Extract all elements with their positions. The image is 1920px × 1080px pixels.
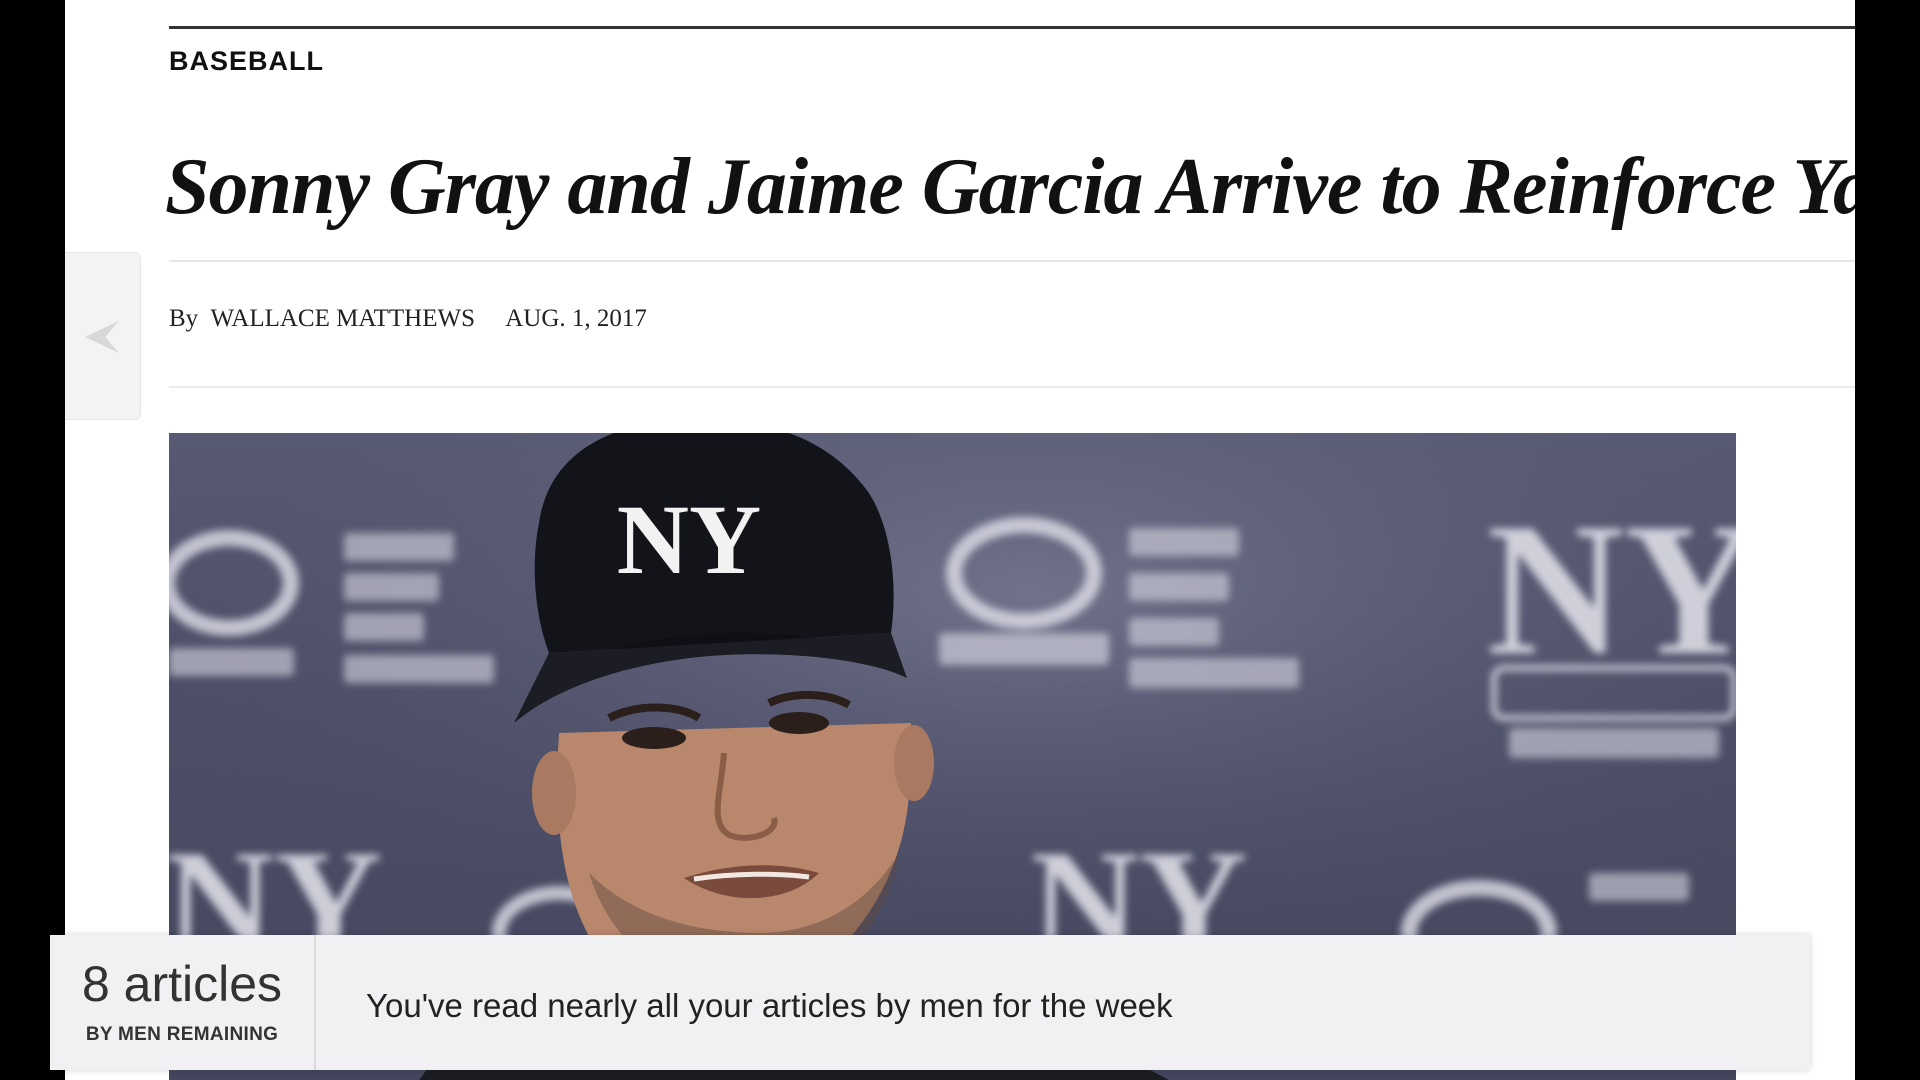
article-page: BASEBALL Sonny Gray and Jaime Garcia Arr… (65, 0, 1855, 1080)
publish-date: AUG. 1, 2017 (505, 305, 647, 332)
byline-author[interactable]: WALLACE MATTHEWS (210, 305, 475, 332)
meter-message[interactable]: You've read nearly all your articles by … (366, 987, 1173, 1025)
section-kicker[interactable]: BASEBALL (169, 46, 324, 77)
top-rule (169, 26, 1855, 29)
article-headline: Sonny Gray and Jaime Garcia Arrive to Re… (165, 143, 1855, 231)
divider (169, 386, 1855, 388)
meter-count-sub: BY MEN REMAINING (85, 1024, 279, 1045)
svg-text:NY: NY (1487, 485, 1736, 695)
chevron-left-icon (85, 321, 119, 353)
byline: By WALLACE MATTHEWS AUG. 1, 2017 (169, 305, 647, 333)
previous-article-button[interactable] (65, 252, 141, 420)
divider (169, 260, 1855, 262)
byline-prefix: By (169, 305, 199, 332)
svg-text:NY: NY (617, 484, 761, 595)
article-meter-bar[interactable]: 8 articles BY MEN REMAINING You've read … (50, 935, 1810, 1070)
meter-count-box: 8 articles BY MEN REMAINING (50, 935, 316, 1070)
meter-count: 8 articles (81, 956, 283, 1012)
